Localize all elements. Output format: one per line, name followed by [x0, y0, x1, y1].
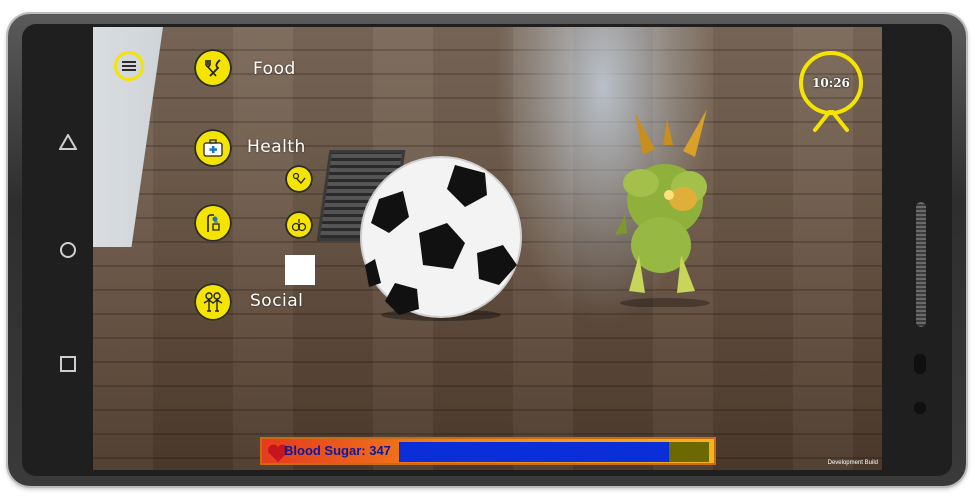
- back-triangle-icon: [59, 134, 77, 150]
- white-square: [285, 255, 315, 285]
- clock-time: 10:26: [812, 76, 850, 90]
- volume-rocker: [916, 202, 926, 327]
- social-label: Social: [250, 291, 304, 311]
- food-label: Food: [253, 59, 296, 79]
- dev-build-label: Development Build: [827, 460, 878, 466]
- fork-knife-icon: [205, 59, 221, 77]
- first-aid-kit-icon: [203, 139, 223, 157]
- nav-recents-button[interactable]: [50, 346, 86, 382]
- balls-icon: [291, 219, 307, 232]
- clock-stand-icon: [813, 110, 849, 132]
- blood-sugar-fill: [399, 442, 669, 462]
- people-icon: [203, 292, 223, 312]
- home-circle-icon: [60, 242, 76, 258]
- camera-sensor: [914, 354, 926, 374]
- play-toy-icon: [292, 172, 306, 184]
- food-button[interactable]: [194, 49, 232, 87]
- sub-action-balls-button[interactable]: [285, 211, 313, 239]
- menu-button[interactable]: [114, 51, 144, 81]
- blood-sugar-label: Blood Sugar: 347: [284, 443, 391, 458]
- health-label: Health: [247, 137, 306, 157]
- hygiene-button[interactable]: [194, 204, 232, 242]
- ar-game-screen: Food Health Social 10:26 Blood Sugar: 34…: [93, 27, 882, 470]
- nav-home-button[interactable]: [50, 232, 86, 268]
- health-button[interactable]: [194, 129, 232, 167]
- blood-sugar-bar: Blood Sugar: 347: [260, 437, 716, 465]
- clock-timer: 10:26: [799, 51, 863, 115]
- shower-icon: [207, 214, 220, 232]
- blood-sugar-track: [399, 442, 709, 462]
- dragon-pet[interactable]: [605, 105, 725, 307]
- social-button[interactable]: [194, 283, 232, 321]
- hamburger-icon: [122, 59, 136, 73]
- sub-action-toy-button[interactable]: [285, 165, 313, 193]
- nav-back-button[interactable]: [50, 124, 86, 160]
- recents-square-icon: [60, 356, 76, 372]
- soccer-ball[interactable]: [359, 155, 523, 321]
- flash-sensor: [914, 402, 926, 414]
